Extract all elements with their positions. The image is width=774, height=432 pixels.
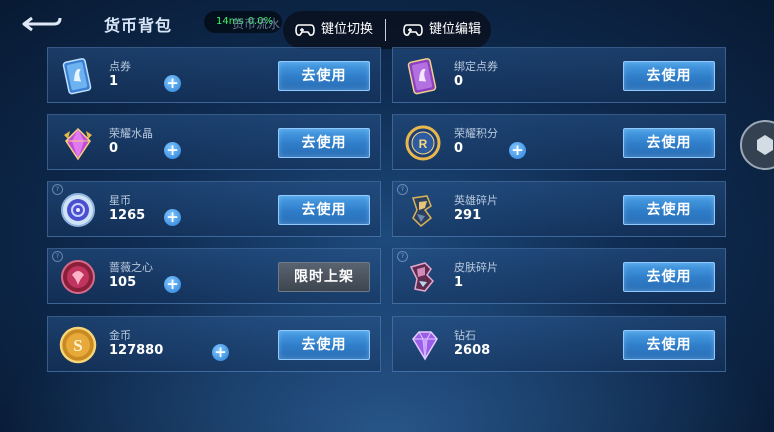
currency-card-diamond: 钻石 2608 去使用	[392, 316, 726, 372]
coupon-card-icon	[62, 58, 92, 95]
use-gold-coin-button[interactable]: 去使用	[278, 330, 370, 360]
currency-name: 荣耀水晶	[109, 127, 153, 140]
currency-name: 蔷薇之心	[109, 261, 153, 274]
back-button[interactable]	[18, 12, 66, 36]
key-edit-label: 键位编辑	[429, 22, 482, 37]
star-coin-icon	[61, 193, 95, 227]
limited-time-button[interactable]: 限时上架	[278, 262, 370, 292]
currency-card-star-coin: ? 星币 1265 + 去使用	[47, 181, 381, 237]
use-glory-crystal-button[interactable]: 去使用	[278, 128, 370, 158]
glory-crystal-icon	[64, 127, 92, 161]
currency-card-rose-heart: ? 蔷薇之心 105 + 限时上架	[47, 248, 381, 304]
key-mapping-panel: 键位切换 键位编辑	[283, 11, 491, 49]
add-star-coin-button[interactable]: +	[164, 209, 181, 226]
key-switch-label: 键位切换	[321, 22, 374, 37]
currency-amount: 105	[109, 275, 137, 290]
currency-amount: 1	[454, 275, 464, 290]
currency-name: 英雄碎片	[454, 194, 498, 207]
back-arrow-icon	[22, 16, 62, 32]
currency-name: 皮肤碎片	[454, 261, 498, 274]
currency-amount: 1265	[109, 208, 146, 223]
diamond-icon	[412, 331, 438, 361]
currency-card-gold-coin: S 金币 127880 + 去使用	[47, 316, 381, 372]
currency-name: 钻石	[454, 329, 476, 342]
rose-heart-icon	[61, 260, 95, 294]
hero-fragment-icon	[412, 195, 433, 228]
currency-card-glory-crystal: 荣耀水晶 0 + 去使用	[47, 114, 381, 170]
use-coupon-button[interactable]: 去使用	[278, 61, 370, 91]
add-glory-crystal-button[interactable]: +	[164, 142, 181, 159]
currency-name: 金币	[109, 329, 131, 342]
currency-name: 点券	[109, 60, 131, 73]
currency-card-skin-fragment: ? 皮肤碎片 1 去使用	[392, 248, 726, 304]
currency-amount: 291	[454, 208, 482, 223]
key-panel-divider	[385, 19, 386, 41]
use-skin-fragment-button[interactable]: 去使用	[623, 262, 715, 292]
use-diamond-button[interactable]: 去使用	[623, 330, 715, 360]
floating-menu-button[interactable]	[740, 120, 774, 170]
add-rose-heart-button[interactable]: +	[164, 276, 181, 293]
skin-fragment-icon	[409, 262, 435, 292]
svg-text:S: S	[73, 336, 82, 355]
use-glory-points-button[interactable]: 去使用	[623, 128, 715, 158]
currency-card-bound-coupon: 绑定点券 0 去使用	[392, 47, 726, 103]
currency-flow-link[interactable]: 货币流水	[232, 15, 280, 32]
currency-name: 绑定点券	[454, 60, 498, 73]
currency-amount: 1	[109, 74, 119, 89]
currency-amount: 0	[454, 74, 464, 89]
currency-card-glory-points: R 荣耀积分 0 + 去使用	[392, 114, 726, 170]
key-edit-button[interactable]: 键位编辑	[403, 11, 487, 49]
add-glory-points-button[interactable]: +	[509, 142, 526, 159]
use-star-coin-button[interactable]: 去使用	[278, 195, 370, 225]
bound-coupon-card-icon	[407, 58, 437, 95]
currency-name: 荣耀积分	[454, 127, 498, 140]
currency-amount: 2608	[454, 343, 491, 358]
currency-card-coupon: 点券 1 + 去使用	[47, 47, 381, 103]
use-bound-coupon-button[interactable]: 去使用	[623, 61, 715, 91]
key-switch-button[interactable]: 键位切换	[295, 11, 379, 49]
gamepad-icon	[403, 24, 423, 36]
add-coupon-button[interactable]: +	[164, 75, 181, 92]
currency-amount: 127880	[109, 343, 164, 358]
currency-amount: 0	[454, 141, 464, 156]
use-hero-fragment-button[interactable]: 去使用	[623, 195, 715, 225]
currency-name: 星币	[109, 194, 131, 207]
gamepad-icon	[295, 24, 315, 36]
page-title: 货币背包	[104, 16, 173, 35]
currency-amount: 0	[109, 141, 119, 156]
glory-points-icon: R	[405, 125, 441, 161]
hexagon-icon	[740, 120, 774, 170]
currency-card-hero-fragment: ? 英雄碎片 291 去使用	[392, 181, 726, 237]
add-gold-coin-button[interactable]: +	[212, 344, 229, 361]
svg-text:R: R	[419, 137, 428, 151]
gold-coin-icon: S	[59, 326, 97, 364]
